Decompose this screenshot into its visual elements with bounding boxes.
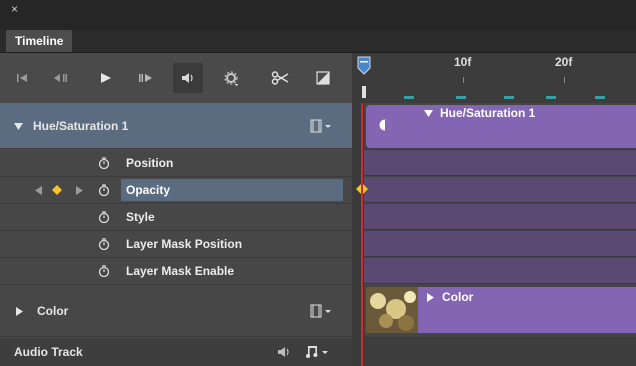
ruler-tick xyxy=(463,77,464,83)
play-button[interactable] xyxy=(96,53,116,103)
ruler-label-20f: 20f xyxy=(555,55,573,69)
layers-panel: Hue/Saturation 1 Position Opacity Style … xyxy=(0,103,352,366)
clip-label: Color xyxy=(442,290,474,304)
gear-icon xyxy=(224,71,238,86)
ruler-tick xyxy=(564,77,565,83)
property-lane-layer-mask-enable xyxy=(364,258,636,284)
layer-row-hue-saturation[interactable]: Hue/Saturation 1 xyxy=(0,103,352,149)
work-area-marker xyxy=(504,96,514,99)
tab-timeline[interactable]: Timeline xyxy=(6,30,73,52)
property-lane-style xyxy=(364,204,636,230)
playhead-handle[interactable] xyxy=(357,56,371,100)
stopwatch-icon[interactable] xyxy=(98,211,110,223)
clip-hue-saturation[interactable]: Hue/Saturation 1 xyxy=(366,105,636,148)
disclosure-expanded-icon[interactable] xyxy=(14,123,23,130)
film-strip-menu-icon[interactable] xyxy=(310,304,334,318)
timeline-toolbar xyxy=(0,53,352,103)
mute-audio-button[interactable] xyxy=(173,63,203,93)
transition-button[interactable] xyxy=(312,53,334,103)
next-keyframe-icon[interactable] xyxy=(76,186,83,195)
work-area-marker xyxy=(595,96,605,99)
disclosure-collapsed-icon xyxy=(427,293,434,302)
speaker-icon[interactable] xyxy=(277,346,291,358)
time-ruler[interactable]: 10f 20f xyxy=(352,53,636,103)
go-to-first-frame-button[interactable] xyxy=(12,53,32,103)
track-lane-hue-saturation: Hue/Saturation 1 xyxy=(364,103,636,150)
play-icon xyxy=(101,73,111,83)
next-frame-icon xyxy=(139,74,152,82)
stopwatch-icon[interactable] xyxy=(98,265,110,277)
keyframe-diamond-icon[interactable] xyxy=(52,185,62,195)
property-label: Layer Mask Enable xyxy=(126,264,235,278)
disclosure-expanded-icon xyxy=(424,110,433,117)
split-at-playhead-button[interactable] xyxy=(268,53,292,103)
track-area[interactable]: Hue/Saturation 1 Color xyxy=(364,103,636,366)
property-row-style[interactable]: Style xyxy=(0,204,352,231)
property-row-layer-mask-position[interactable]: Layer Mask Position xyxy=(0,231,352,258)
property-lane-position xyxy=(364,150,636,176)
close-icon[interactable]: × xyxy=(11,3,18,15)
clip-label: Hue/Saturation 1 xyxy=(440,106,536,120)
ruler-label-10f: 10f xyxy=(454,55,472,69)
layer-name: Color xyxy=(37,304,69,318)
stopwatch-icon[interactable] xyxy=(98,238,110,250)
work-area-marker xyxy=(404,96,414,99)
go-to-previous-frame-button[interactable] xyxy=(50,53,70,103)
property-label: Opacity xyxy=(126,183,171,197)
property-label: Layer Mask Position xyxy=(126,237,243,251)
music-note-menu-icon[interactable] xyxy=(306,345,334,359)
film-strip-menu-icon[interactable] xyxy=(310,119,334,133)
playhead-line xyxy=(361,103,363,366)
transition-icon xyxy=(316,71,330,85)
stopwatch-icon[interactable] xyxy=(98,157,110,169)
track-lane-color: Color xyxy=(364,285,636,338)
layer-name: Hue/Saturation 1 xyxy=(33,119,129,133)
property-row-layer-mask-enable[interactable]: Layer Mask Enable xyxy=(0,258,352,285)
layer-row-color[interactable]: Color xyxy=(0,285,352,337)
speaker-icon xyxy=(182,73,193,83)
stopwatch-icon[interactable] xyxy=(98,184,110,196)
adjustment-layer-icon xyxy=(379,119,391,131)
go-to-next-frame-button[interactable] xyxy=(136,53,156,103)
property-label: Position xyxy=(126,156,174,170)
track-lane-audio xyxy=(364,338,636,366)
property-lane-layer-mask-position xyxy=(364,231,636,257)
property-label: Style xyxy=(126,210,155,224)
track-name: Audio Track xyxy=(14,345,83,359)
first-frame-icon xyxy=(17,74,27,82)
playback-settings-button[interactable] xyxy=(220,53,242,103)
disclosure-collapsed-icon[interactable] xyxy=(16,307,23,316)
property-row-position[interactable]: Position xyxy=(0,150,352,177)
layer-row-audio-track[interactable]: Audio Track xyxy=(0,338,352,366)
window-title-bar: × xyxy=(0,0,636,30)
previous-keyframe-icon[interactable] xyxy=(35,186,42,195)
scissors-icon xyxy=(271,71,289,85)
previous-frame-icon xyxy=(54,74,67,82)
clip-color[interactable]: Color xyxy=(366,287,636,333)
property-lane-opacity xyxy=(364,177,636,203)
property-row-opacity[interactable]: Opacity xyxy=(0,177,352,204)
work-area-marker xyxy=(546,96,556,99)
work-area-marker xyxy=(456,96,466,99)
clip-thumbnail xyxy=(366,287,418,333)
